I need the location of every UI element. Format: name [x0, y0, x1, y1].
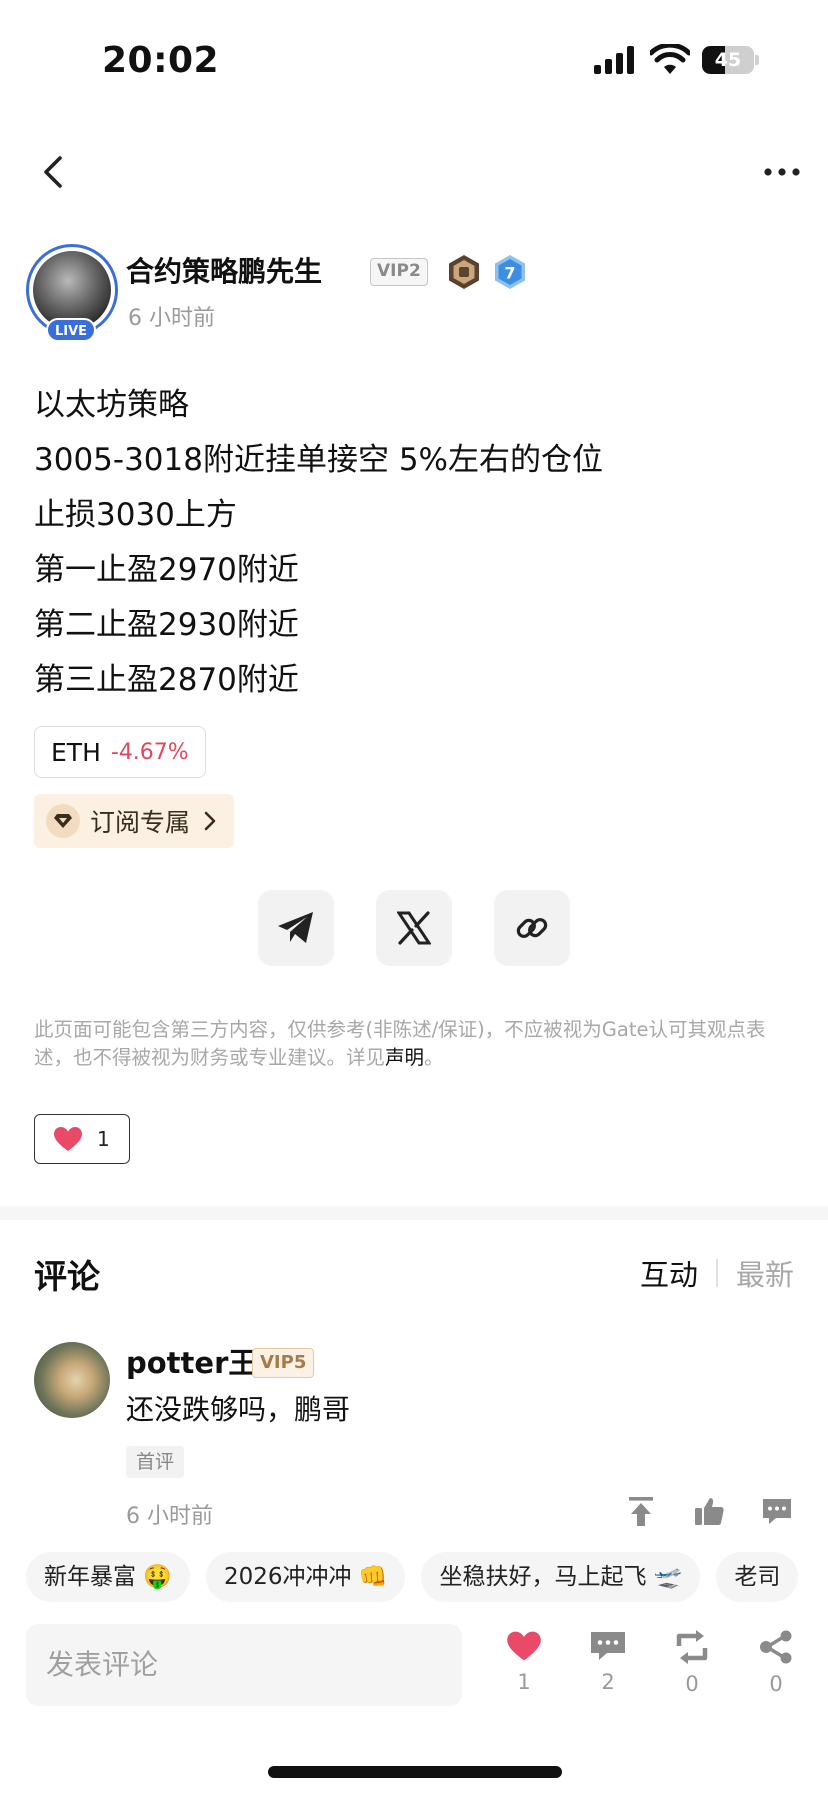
battery-percentage: 45: [714, 49, 742, 71]
post-line: 3005-3018附近挂单接空 5%左右的仓位: [34, 442, 604, 478]
first-comment-tag: 首评: [126, 1446, 185, 1478]
ticker-symbol: ETH: [51, 737, 101, 767]
comment-sort: 互动 最新: [640, 1252, 794, 1294]
telegram-icon: [278, 912, 313, 943]
sort-separator: [715, 1259, 718, 1287]
pin-to-top-icon[interactable]: [624, 1494, 658, 1528]
disclaimer-text: 此页面可能包含第三方内容，仅供参考(非陈述/保证)，不应被视为Gate认可其观点…: [34, 1018, 766, 1069]
section-divider: [0, 1206, 828, 1220]
vip-badge: VIP2: [370, 258, 428, 286]
post-line: 第一止盈2970附近: [34, 552, 299, 588]
eth-ticker-chip[interactable]: ETH -4.67%: [34, 726, 206, 778]
quick-reply-chip[interactable]: 坐稳扶好，马上起飞 🛫: [421, 1552, 701, 1602]
repost-icon: [676, 1630, 708, 1664]
heart-icon: [54, 1127, 82, 1151]
reply-icon[interactable]: [760, 1494, 794, 1528]
post-line: 第三止盈2870附近: [34, 662, 299, 698]
ticker-change: -4.67%: [110, 739, 189, 765]
subscribe-label: 订阅专属: [90, 808, 191, 837]
share-count: 0: [769, 1672, 783, 1696]
x-logo-icon: [397, 911, 431, 945]
commenter-name[interactable]: potter王: [126, 1340, 257, 1382]
subscribe-exclusive-button[interactable]: 订阅专属: [34, 794, 234, 848]
comments-title: 评论: [34, 1257, 100, 1296]
post-line: 第二止盈2930附近: [34, 607, 299, 643]
quick-reply-chip[interactable]: 新年暴富 🤑: [26, 1552, 190, 1602]
comment-timestamp: 6 小时前: [126, 1504, 213, 1529]
author-name[interactable]: 合约策略鹏先生: [126, 250, 322, 290]
comment-count: 2: [601, 1670, 615, 1694]
wifi-icon: [650, 44, 690, 74]
level-badge-icon: 7: [495, 255, 525, 289]
medal-badge-icon: [449, 255, 479, 289]
post-line: 以太坊策略: [34, 387, 189, 423]
disclaimer-statement-link[interactable]: 声明: [385, 1046, 424, 1069]
post-timestamp: 6 小时前: [128, 306, 215, 331]
level-number: 7: [504, 264, 515, 283]
comment-input[interactable]: 发表评论: [26, 1624, 462, 1706]
repost-count: 0: [685, 1672, 699, 1696]
chevron-right-icon: [204, 811, 216, 831]
share-telegram-button[interactable]: [258, 890, 334, 966]
bottom-like-button[interactable]: 1: [494, 1630, 554, 1694]
quick-reply-row: 新年暴富 🤑 2026冲冲冲 👊 坐稳扶好，马上起飞 🛫 老司: [26, 1552, 799, 1602]
bottom-repost-button[interactable]: 0: [662, 1630, 722, 1696]
comment-bubble-icon: [591, 1632, 625, 1660]
heart-icon: [507, 1631, 541, 1661]
commenter-avatar[interactable]: [34, 1342, 110, 1418]
thumbs-up-icon[interactable]: [692, 1494, 726, 1528]
diamond-icon: [46, 804, 80, 838]
quick-reply-chip[interactable]: 老司: [716, 1552, 799, 1602]
post-author: LIVE 合约策略鹏先生 VIP2 7 6 小时前: [26, 244, 806, 344]
top-nav: [0, 140, 828, 204]
home-indicator: [268, 1766, 562, 1778]
commenter-vip-badge: VIP5: [252, 1348, 315, 1378]
more-options-icon[interactable]: [760, 154, 804, 190]
post-line: 止损3030上方: [34, 497, 237, 533]
bottom-share-button[interactable]: 0: [746, 1630, 806, 1696]
live-badge: LIVE: [46, 318, 96, 342]
battery-icon: 45: [702, 46, 759, 74]
post-like-count: 1: [97, 1127, 110, 1151]
status-bar: 20:02 45: [0, 0, 828, 120]
bottom-comment-button[interactable]: 2: [578, 1630, 638, 1694]
comment-text: 还没跌够吗，鹏哥: [126, 1393, 351, 1426]
sort-latest-tab[interactable]: 最新: [736, 1252, 794, 1294]
sort-interaction-tab[interactable]: 互动: [640, 1252, 698, 1294]
post-like-button[interactable]: 1: [34, 1114, 130, 1164]
quick-reply-chip[interactable]: 2026冲冲冲 👊: [205, 1552, 406, 1602]
post-content: 以太坊策略 3005-3018附近挂单接空 5%左右的仓位 止损3030上方 第…: [34, 378, 794, 708]
copy-link-button[interactable]: [494, 890, 570, 966]
link-icon: [516, 918, 548, 938]
back-arrow-icon[interactable]: [34, 152, 74, 192]
cellular-signal-icon: [594, 46, 634, 74]
share-x-button[interactable]: [376, 890, 452, 966]
share-icon: [760, 1630, 792, 1664]
like-count: 1: [517, 1670, 531, 1694]
status-time: 20:02: [102, 40, 220, 81]
